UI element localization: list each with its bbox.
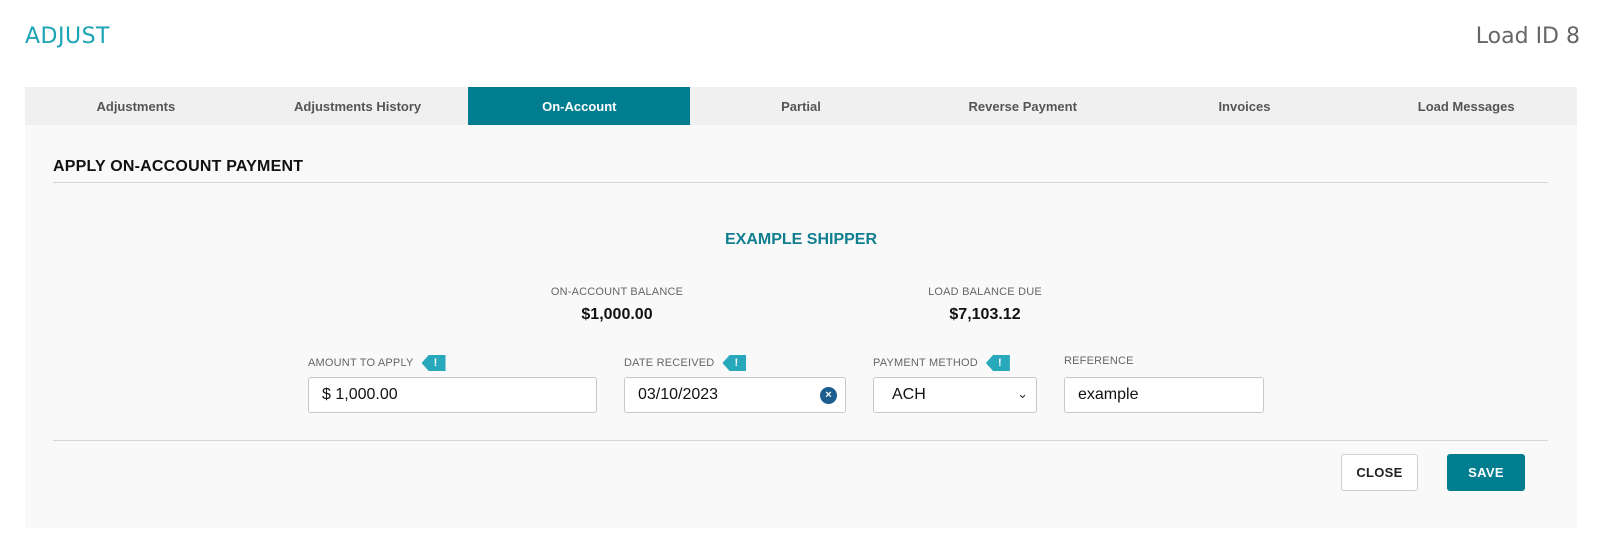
reference-label: REFERENCE [1064, 355, 1134, 367]
date-input[interactable]: 03/10/2023 × [624, 377, 846, 413]
on-account-balance-value: $1,000.00 [581, 306, 653, 323]
amount-label-group: AMOUNT TO APPLY ! [308, 355, 446, 371]
required-flag-icon: ! [722, 355, 747, 371]
on-account-panel: APPLY ON-ACCOUNT PAYMENT EXAMPLE SHIPPER… [25, 125, 1577, 528]
tab-invoices[interactable]: Invoices [1134, 87, 1356, 125]
reference-label-group: REFERENCE [1064, 355, 1134, 367]
save-button[interactable]: SAVE [1447, 454, 1525, 491]
load-balance-due-label: LOAD BALANCE DUE [928, 286, 1042, 298]
method-value: ACH [892, 386, 926, 403]
reference-value: example [1078, 386, 1139, 403]
date-label-group: DATE RECEIVED ! [624, 355, 747, 371]
footer-divider [53, 440, 1548, 441]
tab-on-account[interactable]: On-Account [468, 87, 691, 125]
amount-input[interactable]: $ 1,000.00 [308, 377, 597, 413]
tab-adjustments-history[interactable]: Adjustments History [247, 87, 469, 125]
load-id: Load ID 8 [1475, 24, 1580, 49]
method-label-group: PAYMENT METHOD ! [873, 355, 1010, 371]
load-balance-due-value: $7,103.12 [949, 306, 1021, 323]
required-flag-icon: ! [985, 355, 1010, 371]
page-title: ADJUST [25, 24, 110, 49]
date-label: DATE RECEIVED [624, 357, 715, 369]
tab-adjustments[interactable]: Adjustments [25, 87, 247, 125]
tab-reverse-payment[interactable]: Reverse Payment [912, 87, 1134, 125]
tab-bar: Adjustments Adjustments History On-Accou… [25, 87, 1577, 125]
method-label: PAYMENT METHOD [873, 357, 978, 369]
tab-partial[interactable]: Partial [690, 87, 912, 125]
payment-method-select[interactable]: ACH ⌄ [873, 377, 1037, 413]
date-value: 03/10/2023 [638, 386, 719, 403]
amount-value: $ 1,000.00 [322, 386, 398, 403]
shipper-name: EXAMPLE SHIPPER [724, 231, 878, 248]
on-account-balance: ON-ACCOUNT BALANCE $1,000.00 [517, 286, 717, 324]
section-divider [53, 182, 1548, 183]
reference-input[interactable]: example [1064, 377, 1264, 413]
required-flag-icon: ! [421, 355, 446, 371]
load-balance-due: LOAD BALANCE DUE $7,103.12 [885, 286, 1085, 324]
close-button[interactable]: CLOSE [1341, 454, 1418, 491]
chevron-down-icon: ⌄ [1017, 386, 1028, 401]
on-account-balance-label: ON-ACCOUNT BALANCE [550, 286, 684, 298]
clear-date-icon[interactable]: × [820, 387, 837, 404]
section-title: APPLY ON-ACCOUNT PAYMENT [53, 158, 304, 175]
amount-label: AMOUNT TO APPLY [308, 357, 414, 369]
tab-load-messages[interactable]: Load Messages [1355, 87, 1577, 125]
